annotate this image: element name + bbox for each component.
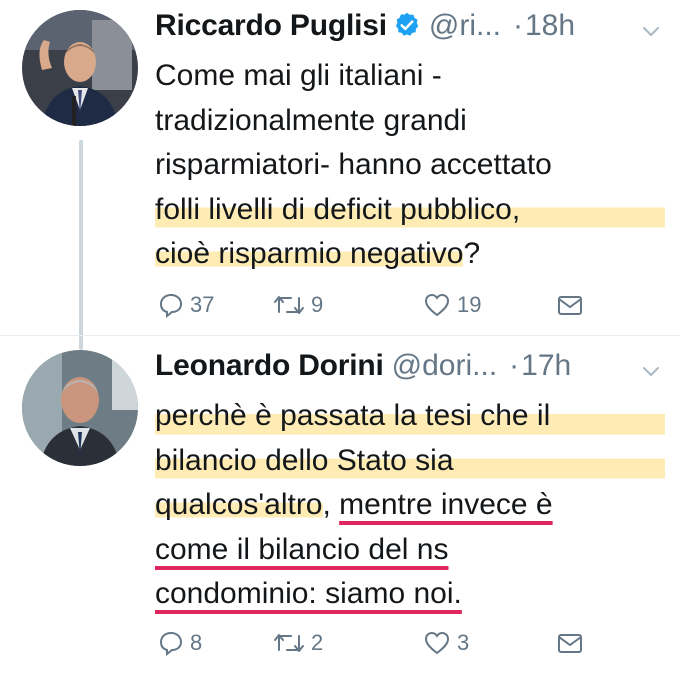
highlighted-text-line: perchè è passata la tesi che il: [155, 394, 665, 439]
retweet-count: 2: [311, 630, 324, 655]
tweet-text-line: risparmiatori- hanno accettato: [155, 148, 552, 181]
direct-message-icon: [558, 634, 582, 653]
verified-badge-icon: [395, 12, 419, 36]
author-handle[interactable]: @dori...: [392, 344, 497, 388]
author-name[interactable]: Riccardo Puglisi: [155, 4, 387, 48]
highlighted-text-line: bilancio dello Stato sia: [155, 438, 665, 483]
reply-button[interactable]: 8: [158, 628, 202, 658]
separator-dot: ·: [513, 9, 523, 42]
highlighted-text-span: qualcos'altro: [155, 488, 323, 521]
tweet-text: perchè è passata la tesi che il bilancio…: [155, 394, 665, 617]
tweet-header: Riccardo Puglisi @ri... · 18h: [155, 4, 575, 48]
direct-message-button[interactable]: [556, 290, 584, 320]
avatar[interactable]: [22, 10, 138, 126]
like-icon: [424, 631, 450, 655]
author-handle[interactable]: @ri...: [429, 4, 501, 48]
underlined-text-span: condominio: siamo noi.: [155, 577, 462, 610]
highlighted-text-span: cioè risparmio negativo: [155, 237, 464, 270]
timestamp[interactable]: 18h: [525, 4, 575, 48]
author-name[interactable]: Leonardo Dorini: [155, 344, 384, 388]
tweet-header: Leonardo Dorini @dori... · 17h: [155, 344, 571, 388]
like-count: 3: [457, 630, 470, 655]
reply-icon: [159, 631, 183, 656]
underlined-text-line: come il bilancio del ns: [155, 528, 665, 573]
avatar[interactable]: [22, 350, 138, 466]
reply-count: 37: [190, 292, 215, 317]
tweet-text: Come mai gli italiani - tradizionalmente…: [155, 54, 665, 277]
tweet-text-line: tradizionalmente grandi: [155, 103, 467, 137]
chevron-down-icon[interactable]: [640, 20, 662, 42]
separator-dot: ·: [509, 349, 520, 382]
underlined-text-span: mentre invece è: [339, 488, 553, 521]
mixed-text-line: qualcos'altro, mentre invece è: [155, 488, 553, 521]
avatar-leonardo-icon: [22, 350, 138, 466]
underlined-text-span: come il bilancio del ns: [155, 532, 449, 566]
reply-icon: [159, 293, 183, 318]
retweet-icon: [274, 634, 304, 652]
tweet-actions: 8 2 3: [158, 628, 598, 658]
like-button[interactable]: 19: [423, 290, 481, 320]
retweet-count: 9: [311, 292, 324, 317]
like-count: 19: [457, 292, 482, 317]
thread-connector-line: [79, 140, 83, 350]
highlighted-text-line: cioè risparmio negativo?: [155, 237, 481, 270]
tweet-divider: [0, 335, 680, 336]
direct-message-icon: [558, 296, 582, 315]
tweet-actions: 37 9 19: [158, 290, 598, 320]
like-icon: [424, 293, 450, 317]
timestamp[interactable]: 17h: [521, 344, 571, 388]
reply-button[interactable]: 37: [158, 290, 214, 320]
retweet-button[interactable]: 2: [273, 628, 323, 658]
tweet-text-line: Come mai gli italiani -: [155, 59, 442, 92]
reply-count: 8: [190, 630, 203, 655]
like-button[interactable]: 3: [423, 628, 469, 658]
underlined-text-line: condominio: siamo noi.: [155, 572, 665, 617]
chevron-down-icon[interactable]: [640, 360, 662, 382]
retweet-button[interactable]: 9: [273, 290, 323, 320]
direct-message-button[interactable]: [556, 628, 584, 658]
highlighted-text-line: folli livelli di deficit pubblico,: [155, 187, 665, 232]
retweet-icon: [274, 296, 304, 314]
avatar-riccardo-icon: [22, 10, 138, 126]
